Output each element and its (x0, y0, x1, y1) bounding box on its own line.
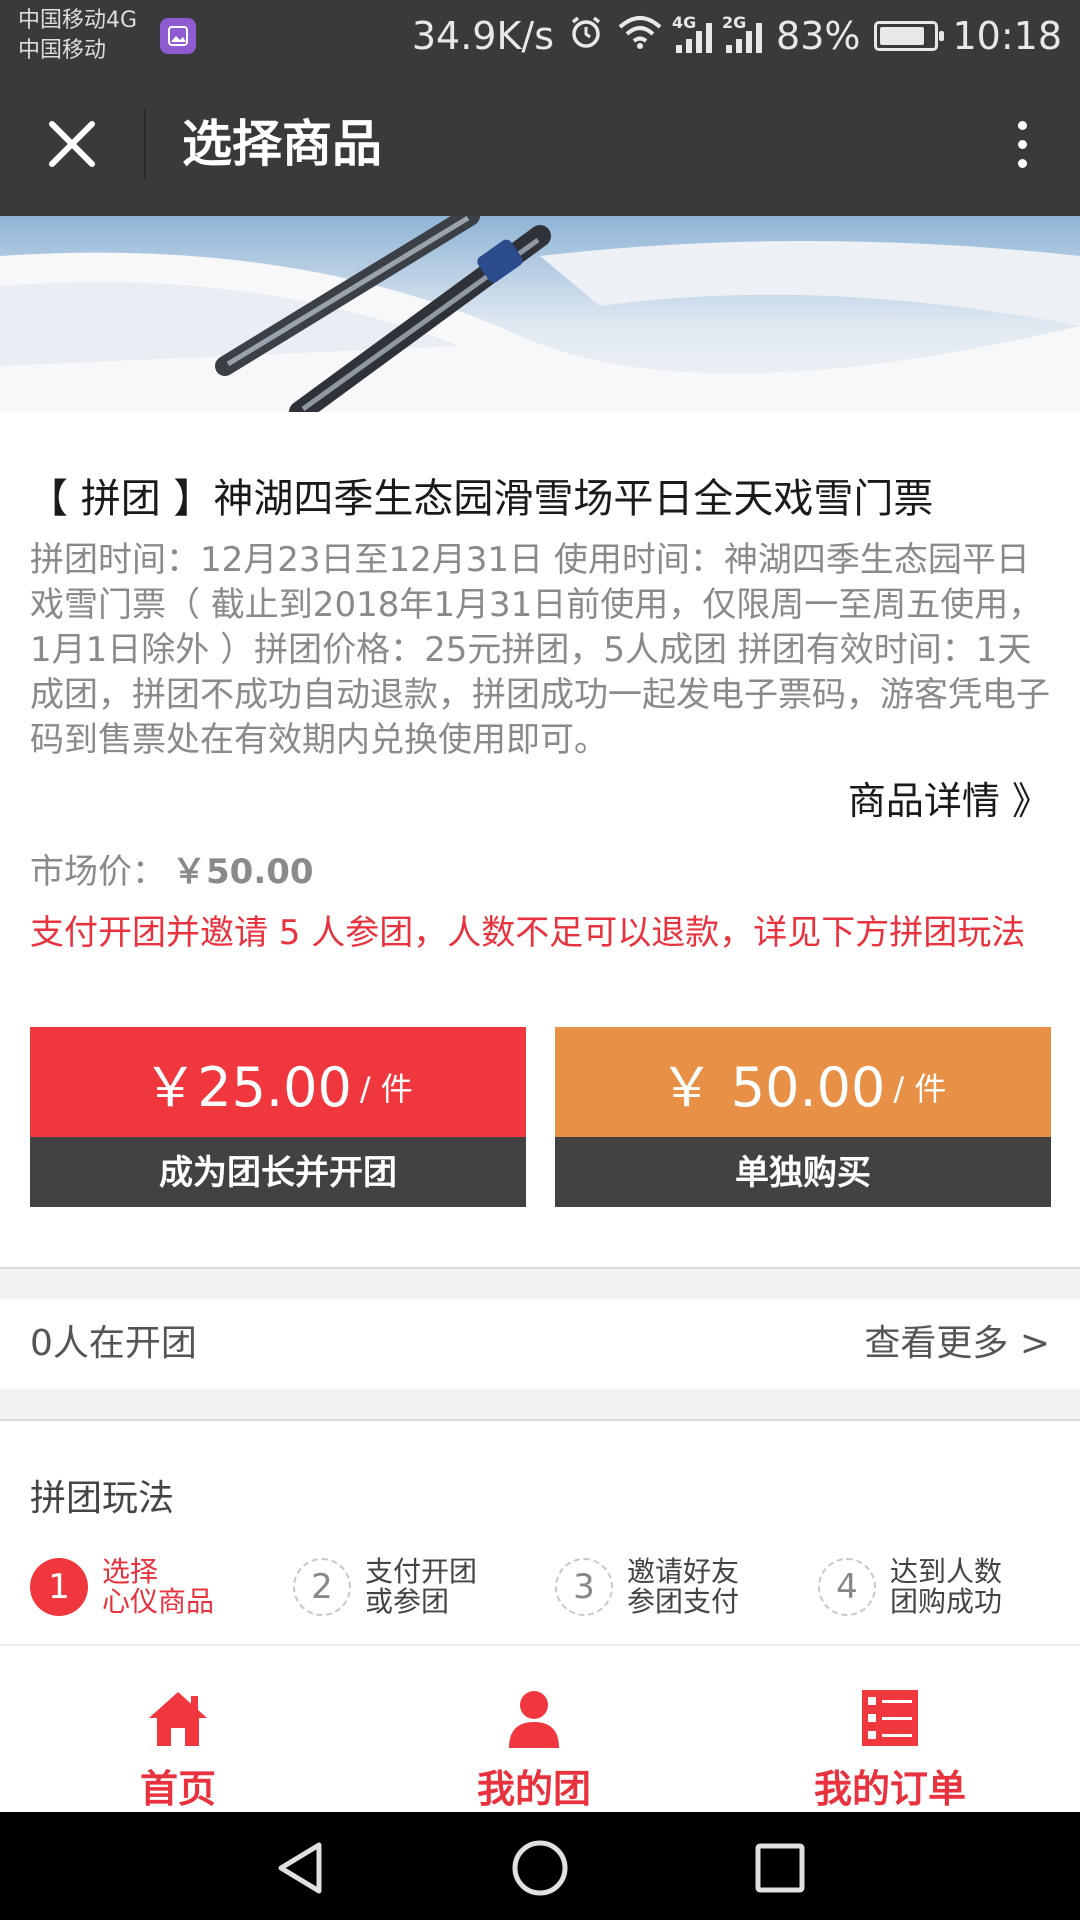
solo-price: ￥ 50.00 (659, 1055, 886, 1119)
page-title: 选择商品 (182, 115, 382, 173)
step-text: 选择 心仪商品 (102, 1557, 214, 1617)
order-list-icon (862, 1690, 918, 1746)
battery-icon (874, 21, 945, 51)
recents-square-icon (755, 1843, 805, 1893)
step-text: 邀请好友 参团支付 (627, 1557, 739, 1617)
step-number: 1 (30, 1558, 88, 1616)
group-price: ￥25.00 (143, 1055, 352, 1119)
solo-price-area: ￥ 50.00 / 件 (555, 1027, 1051, 1137)
title-divider (144, 108, 146, 180)
step-text-line1: 支付开团 (365, 1555, 478, 1588)
bottom-nav: 首页 我的团 我的订单 (0, 1644, 1080, 1812)
signal-4g-icon: 4G (672, 13, 713, 53)
step-number: 2 (293, 1558, 351, 1616)
signal-2g-icon: 2G (722, 13, 763, 53)
network-type-2: 2G (722, 13, 747, 32)
step-text-line1: 选择 (102, 1555, 159, 1588)
product-description: 拼团时间：12月23日至12月31日 使用时间：神湖四季生态园平日戏雪门票（ 截… (30, 540, 1050, 760)
buy-alone-label: 单独购买 (555, 1137, 1051, 1207)
nav-my-orders-label: 我的订单 (813, 1767, 966, 1811)
status-bar: 中国移动4G 中国移动 34.9K/s 4G 2G 83% 10:18 (0, 0, 1080, 72)
view-more-link[interactable]: 查看更多 > (864, 1299, 1050, 1389)
carrier-primary: 中国移动4G (18, 8, 138, 33)
product-detail-link[interactable]: 商品详情 》 (848, 770, 1050, 825)
back-triangle-icon (278, 1842, 322, 1894)
home-system-button[interactable] (510, 1838, 570, 1898)
market-price-value: ￥50.00 (172, 852, 314, 892)
nav-my-group[interactable]: 我的团 (414, 1646, 654, 1814)
nav-my-group-label: 我的团 (476, 1767, 591, 1811)
ski-banner-graphic (0, 216, 1080, 412)
wifi-icon (618, 14, 662, 58)
section-divider (0, 1267, 1080, 1299)
step-text-line2: 心仪商品 (102, 1585, 215, 1618)
open-groups-count: 0人在开团 (30, 1323, 197, 1364)
more-menu-button[interactable] (986, 108, 1058, 180)
user-icon (509, 1691, 559, 1748)
nav-home-label: 首页 (139, 1767, 216, 1811)
section-divider (0, 1389, 1080, 1421)
nav-my-orders[interactable]: 我的订单 (770, 1646, 1010, 1814)
carrier-secondary: 中国移动 (18, 38, 107, 63)
step-text-line2: 或参团 (365, 1585, 450, 1618)
step-text-line2: 参团支付 (627, 1585, 740, 1618)
screen: 中国移动4G 中国移动 34.9K/s 4G 2G 83% 10:18 选择商品… (0, 0, 1080, 1920)
gallery-notification-icon (160, 18, 196, 54)
nav-home[interactable]: 首页 (58, 1646, 298, 1814)
back-button[interactable] (270, 1838, 330, 1898)
solo-price-unit: / 件 (893, 1070, 947, 1108)
product-banner-image[interactable] (0, 216, 1080, 412)
rule-step-4: 4 达到人数 团购成功 (818, 1552, 1002, 1622)
start-group-button[interactable]: ￥25.00 / 件 成为团长并开团 (30, 1027, 526, 1207)
buy-alone-button[interactable]: ￥ 50.00 / 件 单独购买 (555, 1027, 1051, 1207)
step-text-line2: 团购成功 (890, 1585, 1003, 1618)
network-speed: 34.9K/s (411, 14, 555, 58)
market-price-label: 市场价： (30, 852, 166, 892)
rule-step-2: 2 支付开团 或参团 (293, 1552, 477, 1622)
rule-step-3: 3 邀请好友 参团支付 (555, 1552, 739, 1622)
step-text: 达到人数 团购成功 (890, 1557, 1002, 1617)
close-icon (49, 121, 95, 167)
group-notice: 支付开团并邀请 5 人参团，人数不足可以退款，详见下方拼团玩法 (30, 913, 1026, 953)
step-text: 支付开团 或参团 (365, 1557, 477, 1617)
step-text-line1: 邀请好友 (627, 1555, 740, 1588)
step-number: 4 (818, 1558, 876, 1616)
group-price-area: ￥25.00 / 件 (30, 1027, 526, 1137)
step-number: 3 (555, 1558, 613, 1616)
start-group-label: 成为团长并开团 (30, 1137, 526, 1207)
alarm-icon (568, 14, 604, 59)
home-icon (149, 1692, 207, 1746)
system-nav-bar (0, 1812, 1080, 1920)
clock: 10:18 (952, 14, 1062, 58)
product-title: 【 拼团 】神湖四季生态园滑雪场平日全天戏雪门票 (28, 476, 934, 522)
network-type-1: 4G (672, 13, 697, 32)
battery-percent: 83% (776, 14, 861, 58)
market-price: 市场价： ￥50.00 (30, 844, 314, 893)
home-circle-icon (512, 1840, 568, 1896)
carrier-info: 中国移动4G 中国移动 (18, 6, 137, 66)
recents-button[interactable] (750, 1838, 810, 1898)
rules-title: 拼团玩法 (30, 1478, 175, 1519)
more-dot-icon (1017, 120, 1027, 130)
open-groups-row: 0人在开团 查看更多 > (0, 1299, 1080, 1389)
step-text-line1: 达到人数 (890, 1555, 1003, 1588)
title-bar: 选择商品 (0, 72, 1080, 216)
rule-step-1: 1 选择 心仪商品 (30, 1552, 214, 1622)
group-price-unit: / 件 (359, 1070, 413, 1108)
close-button[interactable] (36, 108, 108, 180)
